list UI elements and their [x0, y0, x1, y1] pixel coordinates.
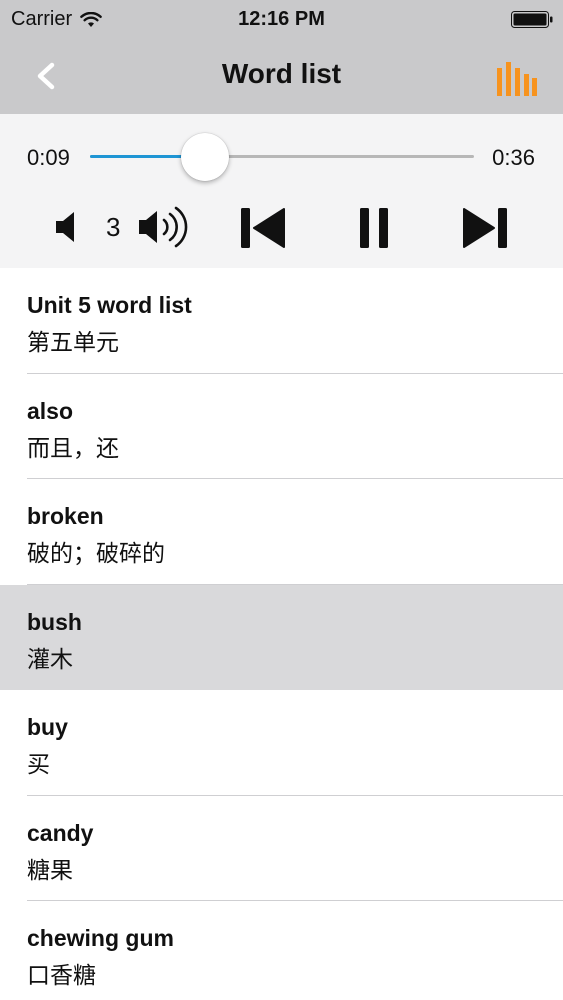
volume-down-icon[interactable] — [52, 208, 82, 246]
list-item[interactable]: Unit 5 word list 第五单元 — [0, 268, 563, 374]
list-item[interactable]: candy 糖果 — [0, 795, 563, 901]
list-item[interactable]: also 而且，还 — [0, 373, 563, 479]
navigation-bar: Word list — [0, 38, 563, 114]
total-time: 0:36 — [492, 145, 535, 170]
word-translation: 买 — [27, 751, 50, 777]
word-list: Unit 5 word list 第五单元 also 而且，还 broken 破… — [0, 268, 563, 1000]
page-title: Word list — [221, 58, 342, 89]
list-item[interactable]: buy 买 — [0, 690, 563, 796]
pause-icon[interactable] — [358, 206, 390, 250]
audio-player: 0:09 0:36 3 — [0, 114, 563, 268]
word-translation: 糖果 — [27, 856, 73, 883]
status-bar: Carrier 12:16 PM — [0, 0, 563, 38]
list-item[interactable]: chewing gum 口香糖 — [0, 901, 563, 1000]
word-english: chewing gum — [27, 925, 174, 951]
word-english: broken — [27, 503, 104, 529]
word-translation: 而且，还 — [27, 434, 119, 461]
word-english: also — [27, 397, 74, 424]
battery-icon — [511, 11, 553, 28]
previous-track-icon[interactable] — [240, 206, 286, 250]
word-english: Unit 5 word list — [27, 292, 192, 318]
elapsed-time: 0:09 — [27, 145, 70, 170]
status-time: 12:16 PM — [238, 8, 325, 30]
word-translation: 破的；破碎的 — [27, 540, 165, 566]
word-translation: 第五单元 — [27, 329, 119, 355]
list-item[interactable]: bush 灌木 — [0, 584, 563, 690]
list-item[interactable]: broken 破的；破碎的 — [0, 479, 563, 585]
volume-level: 3 — [106, 212, 121, 242]
word-translation: 口香糖 — [27, 962, 96, 988]
progress-slider[interactable] — [90, 133, 474, 181]
volume-up-icon[interactable] — [136, 204, 190, 250]
equalizer-icon[interactable] — [495, 62, 537, 98]
word-translation: 灌木 — [27, 645, 73, 672]
next-track-icon[interactable] — [462, 206, 508, 250]
word-english: candy — [27, 819, 94, 846]
word-english: buy — [27, 714, 68, 740]
word-english: bush — [27, 608, 82, 635]
slider-thumb[interactable] — [181, 133, 230, 181]
